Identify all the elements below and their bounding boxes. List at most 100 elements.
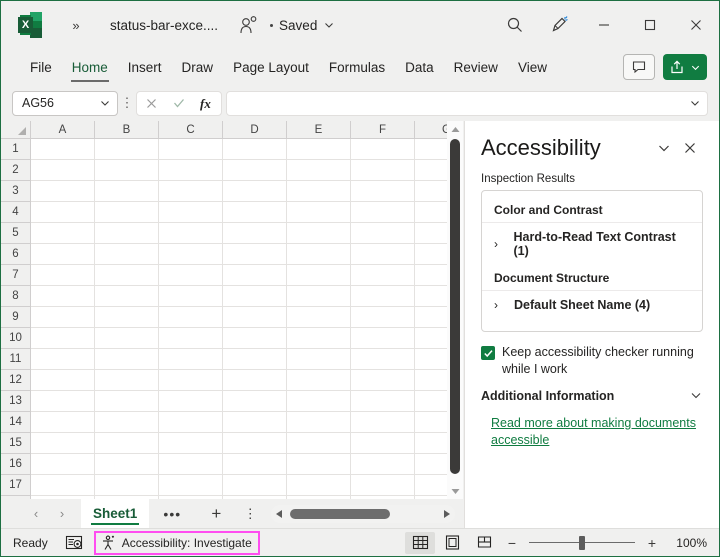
cell-F17[interactable] <box>351 475 415 496</box>
cell-B16[interactable] <box>95 454 159 475</box>
column-header-F[interactable]: F <box>351 121 415 139</box>
cell-E3[interactable] <box>287 181 351 202</box>
minimize-button[interactable] <box>581 1 627 49</box>
tab-insert[interactable]: Insert <box>119 57 171 78</box>
cell-E13[interactable] <box>287 391 351 412</box>
row-header-14[interactable]: 14 <box>1 412 30 433</box>
cell-A9[interactable] <box>31 307 95 328</box>
maximize-button[interactable] <box>627 1 673 49</box>
cell-E10[interactable] <box>287 328 351 349</box>
cell-A17[interactable] <box>31 475 95 496</box>
keep-checker-running-checkbox[interactable] <box>481 346 495 360</box>
zoom-level-label[interactable]: 100% <box>673 536 707 550</box>
scroll-down-triangle-down-icon[interactable] <box>447 483 463 499</box>
row-header-9[interactable]: 9 <box>1 307 30 328</box>
cell-B8[interactable] <box>95 286 159 307</box>
document-title[interactable]: status-bar-exce.... <box>110 18 218 33</box>
cell-F15[interactable] <box>351 433 415 454</box>
row-header-5[interactable]: 5 <box>1 223 30 244</box>
cell-A1[interactable] <box>31 139 95 160</box>
more-options-icon[interactable]: » <box>64 13 88 37</box>
row-header-2[interactable]: 2 <box>1 160 30 181</box>
pane-close-x-icon[interactable] <box>677 137 703 159</box>
insert-function-icon[interactable]: fx <box>193 92 221 115</box>
cell-F16[interactable] <box>351 454 415 475</box>
cell-D15[interactable] <box>223 433 287 454</box>
cell-E14[interactable] <box>287 412 351 433</box>
formula-input[interactable] <box>226 91 708 116</box>
cell-A14[interactable] <box>31 412 95 433</box>
tab-draw[interactable]: Draw <box>173 57 223 78</box>
cell-D10[interactable] <box>223 328 287 349</box>
cell-C3[interactable] <box>159 181 223 202</box>
cancel-x-icon[interactable] <box>137 92 165 115</box>
cell-E12[interactable] <box>287 370 351 391</box>
horizontal-scrollbar[interactable] <box>271 505 455 523</box>
cell-A3[interactable] <box>31 181 95 202</box>
cell-E1[interactable] <box>287 139 351 160</box>
cell-C12[interactable] <box>159 370 223 391</box>
cell-A16[interactable] <box>31 454 95 475</box>
cell-C8[interactable] <box>159 286 223 307</box>
row-header-6[interactable]: 6 <box>1 244 30 265</box>
result-item-hard-to-read-text-contrast[interactable]: › Hard-to-Read Text Contrast (1) <box>482 223 702 265</box>
row-header-4[interactable]: 4 <box>1 202 30 223</box>
all-sheets-menu-icon[interactable]: ⋮ <box>237 502 263 526</box>
cell-C16[interactable] <box>159 454 223 475</box>
cell-C10[interactable] <box>159 328 223 349</box>
cell-D1[interactable] <box>223 139 287 160</box>
record-macro-icon[interactable] <box>64 534 84 552</box>
cell-E6[interactable] <box>287 244 351 265</box>
cell-D2[interactable] <box>223 160 287 181</box>
row-header-7[interactable]: 7 <box>1 265 30 286</box>
cell-A6[interactable] <box>31 244 95 265</box>
cell-C5[interactable] <box>159 223 223 244</box>
row-header-3[interactable]: 3 <box>1 181 30 202</box>
cell-A13[interactable] <box>31 391 95 412</box>
row-header-17[interactable]: 17 <box>1 475 30 496</box>
cell-B10[interactable] <box>95 328 159 349</box>
tab-review[interactable]: Review <box>445 57 507 78</box>
cell-F9[interactable] <box>351 307 415 328</box>
cell-D8[interactable] <box>223 286 287 307</box>
comments-button[interactable] <box>623 54 655 80</box>
cell-E7[interactable] <box>287 265 351 286</box>
cell-D14[interactable] <box>223 412 287 433</box>
cell-A15[interactable] <box>31 433 95 454</box>
add-sheet-button[interactable]: + <box>199 502 233 526</box>
cell-C13[interactable] <box>159 391 223 412</box>
cell-F7[interactable] <box>351 265 415 286</box>
zoom-out-button[interactable]: − <box>501 532 523 554</box>
cell-D12[interactable] <box>223 370 287 391</box>
cell-F10[interactable] <box>351 328 415 349</box>
cell-D4[interactable] <box>223 202 287 223</box>
cell-E4[interactable] <box>287 202 351 223</box>
search-icon[interactable] <box>493 8 537 42</box>
cell-C2[interactable] <box>159 160 223 181</box>
copilot-pen-icon[interactable] <box>537 8 581 42</box>
cell-B6[interactable] <box>95 244 159 265</box>
cell-C1[interactable] <box>159 139 223 160</box>
cell-F13[interactable] <box>351 391 415 412</box>
cell-E11[interactable] <box>287 349 351 370</box>
next-sheet-button[interactable]: › <box>49 502 75 526</box>
select-all-corner[interactable] <box>1 121 31 139</box>
cell-E2[interactable] <box>287 160 351 181</box>
tab-home[interactable]: Home <box>63 57 117 78</box>
cell-C7[interactable] <box>159 265 223 286</box>
cell-B3[interactable] <box>95 181 159 202</box>
vertical-scrollbar[interactable] <box>447 121 463 499</box>
cell-A10[interactable] <box>31 328 95 349</box>
people-icon[interactable] <box>238 15 260 35</box>
formula-bar-more-icon[interactable]: ⋮ <box>118 91 136 115</box>
row-header-11[interactable]: 11 <box>1 349 30 370</box>
previous-sheet-button[interactable]: ‹ <box>23 502 49 526</box>
close-button[interactable] <box>673 1 719 49</box>
cell-C11[interactable] <box>159 349 223 370</box>
cell-D13[interactable] <box>223 391 287 412</box>
cell-E8[interactable] <box>287 286 351 307</box>
cell-C4[interactable] <box>159 202 223 223</box>
cell-D9[interactable] <box>223 307 287 328</box>
tab-page-layout[interactable]: Page Layout <box>224 57 318 78</box>
row-header-10[interactable]: 10 <box>1 328 30 349</box>
